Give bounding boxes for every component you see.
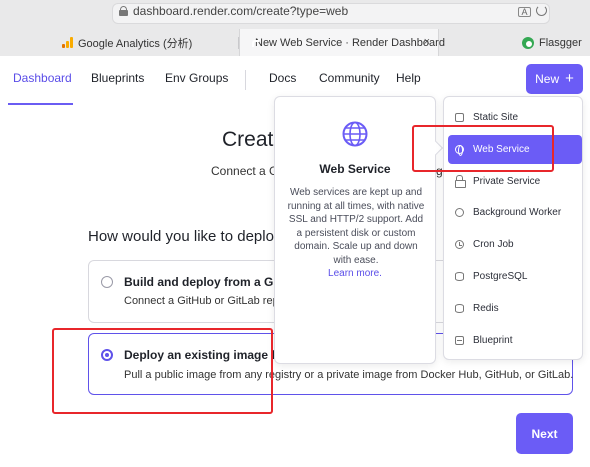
menu-item-label: Background Worker xyxy=(473,207,562,218)
url-text[interactable]: dashboard.render.com/create?type=web xyxy=(133,4,348,18)
browser-chrome: dashboard.render.com/create?type=web A G… xyxy=(0,0,590,56)
menu-item-label: Redis xyxy=(473,303,499,314)
menu-item-background-worker[interactable]: Background Worker xyxy=(448,198,582,227)
tab-google-analytics[interactable]: Google Analytics (分析) xyxy=(62,29,232,56)
lock-icon xyxy=(119,6,128,16)
active-nav-indicator xyxy=(8,103,73,105)
clock-icon xyxy=(455,240,464,249)
highlight-box-existing-image xyxy=(52,328,273,414)
lock-icon xyxy=(455,175,466,188)
learn-more-link[interactable]: Learn more. xyxy=(274,268,436,279)
info-description: Web services are kept up and running at … xyxy=(287,187,425,266)
tab-new-web-service[interactable]: New Web Service · Render Dashboard × xyxy=(239,29,445,56)
nav-docs[interactable]: Docs xyxy=(269,71,296,85)
highlight-box-web-service xyxy=(412,125,554,172)
menu-item-redis[interactable]: Redis xyxy=(448,294,582,323)
menu-item-label: Blueprint xyxy=(473,335,513,346)
tab-strip: Google Analytics (分析) New Web Service · … xyxy=(0,29,590,56)
blueprint-icon xyxy=(455,336,464,345)
static-site-icon xyxy=(455,113,464,122)
deploy-question: How would you like to deploy y xyxy=(88,228,294,245)
nav-community[interactable]: Community xyxy=(319,71,380,85)
menu-item-label: Static Site xyxy=(473,112,519,123)
globe-icon xyxy=(342,121,368,147)
radio-git-repo[interactable] xyxy=(101,276,113,288)
new-button[interactable]: New + xyxy=(526,64,583,94)
menu-item-blueprint[interactable]: Blueprint xyxy=(448,326,582,355)
tab-label: Flasgger xyxy=(539,36,582,49)
menu-item-label: Cron Job xyxy=(473,239,514,250)
database-icon xyxy=(455,304,464,313)
nav-dashboard[interactable]: Dashboard xyxy=(13,71,72,85)
nav-help[interactable]: Help xyxy=(396,71,421,85)
tab-label: Google Analytics (分析) xyxy=(78,37,193,50)
nav-divider xyxy=(245,70,246,90)
plus-icon: + xyxy=(565,70,574,87)
menu-item-cron-job[interactable]: Cron Job xyxy=(448,230,582,259)
menu-item-label: Private Service xyxy=(473,176,541,187)
tab-label: New Web Service · Render Dashboard xyxy=(255,36,445,49)
option-description: Connect a GitHub or GitLab repo xyxy=(124,295,285,307)
next-button[interactable]: Next xyxy=(516,413,573,454)
reload-icon[interactable] xyxy=(536,5,547,16)
flasgger-icon xyxy=(522,36,534,49)
database-icon xyxy=(455,272,464,281)
google-analytics-icon xyxy=(62,37,73,48)
worker-icon xyxy=(455,208,464,217)
menu-item-label: PostgreSQL xyxy=(473,271,528,282)
nav-env-groups[interactable]: Env Groups xyxy=(165,71,228,85)
menu-item-postgresql[interactable]: PostgreSQL xyxy=(448,262,582,291)
tab-flasgger[interactable]: Flasgger xyxy=(522,29,590,56)
new-button-label: New xyxy=(535,72,560,86)
close-tab-icon[interactable]: × xyxy=(424,36,430,48)
nav-blueprints[interactable]: Blueprints xyxy=(91,71,144,85)
translate-icon[interactable]: A xyxy=(518,7,531,17)
